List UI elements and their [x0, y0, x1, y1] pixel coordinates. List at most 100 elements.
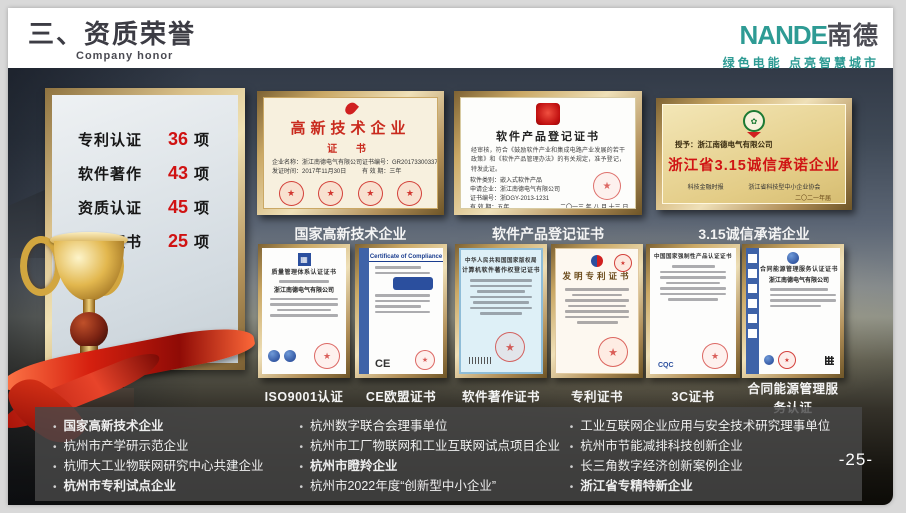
grant-line: 授予：浙江南德电气有限公司 — [663, 139, 845, 150]
red-seal-icon: ★ — [358, 181, 383, 206]
certificate-frame: 中华人民共和国国家版权局 计算机软件著作权登记证书 ★ — [455, 244, 547, 378]
certificate-title: 软件产品登记证书 — [461, 128, 635, 144]
certificate-text: 经审核，符合《鼓励软件产业和集成电路产业发展的若干政策》和《软件产品管理办法》的… — [461, 144, 635, 175]
certificate-body: ▦ 质量管理体系认证证书 浙江南德电气有限公司 ★ — [262, 248, 346, 374]
certificate-footer: 科技金融时报 浙江省科技型中小企业协会 — [663, 184, 845, 193]
certificate-title: 浙江省3.15诚信承诺企业 — [663, 154, 845, 175]
honors-column-2: 杭州数字联合会理事单位 杭州市工厂物联网和工业互联网试点项目企业 杭州市瞪羚企业… — [297, 417, 567, 493]
field-date: 二〇一三 年 八 月 十三 日 — [560, 204, 628, 209]
iaf-logo-icon — [268, 350, 280, 362]
certificate-title: 高新技术企业 — [264, 117, 437, 138]
honor-item: 杭州市2022年度“创新型中小企业” — [297, 477, 567, 497]
ribbon-icon — [747, 132, 761, 138]
red-seal-icon: ★ — [495, 332, 525, 362]
field-company: 企业名称：浙江南德电气有限公司 — [272, 159, 362, 168]
stat-row-patents: 专利认证 36 项 — [78, 129, 238, 150]
slide: 三、资质荣誉 Company honor NANDE南德 绿色电能 点亮智慧城市… — [8, 8, 893, 505]
stat-unit: 项 — [194, 129, 209, 150]
field-date: 发证时间：2017年11月30日 — [272, 168, 362, 177]
stat-value: 25 — [152, 231, 188, 252]
stat-row-software: 软件著作 43 项 — [78, 163, 238, 184]
footer-right: 浙江省科技型中小企业协会 — [748, 184, 820, 193]
logo-tagline: 绿色电能 点亮智慧城市 — [723, 54, 879, 71]
company-logo: NANDE南德 绿色电能 点亮智慧城市 — [723, 16, 879, 71]
certificate-caption: 国家高新技术企业 — [257, 224, 444, 244]
honor-item: 杭州市产学研示范企业 — [51, 437, 297, 457]
barcode — [469, 357, 491, 364]
stat-label: 软件著作 — [78, 163, 152, 184]
blue-sidebar — [359, 248, 369, 374]
qr-code — [825, 356, 834, 365]
stat-value: 45 — [152, 197, 188, 218]
honors-column-3: 工业互联网企业应用与安全技术研究理事单位 杭州市节能减排科技创新企业 长三角数字… — [568, 417, 846, 493]
stat-unit: 项 — [194, 197, 209, 218]
logo-row: ★ — [268, 343, 340, 369]
certificate-frame: 软件产品登记证书 经审核，符合《鼓励软件产业和集成电路产业发展的若干政策》和《软… — [454, 91, 642, 215]
honor-item: 长三角数字经济创新案例企业 — [568, 457, 846, 477]
field-company: 申请企业：浙江南德电气有限公司 — [470, 186, 560, 195]
red-seal-icon: ★ — [702, 343, 728, 369]
certificate-software-product: 软件产品登记证书 经审核，符合《鼓励软件产业和集成电路产业发展的若干政策》和《软… — [454, 91, 642, 244]
red-seal-icon: ★ — [778, 351, 796, 369]
honor-item: 杭师大工业物联网研究中心共建企业 — [51, 457, 297, 477]
red-seal-icon: ★ — [397, 181, 422, 206]
blue-box — [393, 277, 433, 290]
certificate-caption: 软件著作证书 — [455, 386, 547, 405]
certificate-315-integrity: ✿ 授予：浙江南德电气有限公司 浙江省3.15诚信承诺企业 科技金融时报 浙江省… — [656, 91, 852, 244]
stats-panel-inner: 专利认证 36 项 软件著作 43 项 资质认证 45 项 荣誉证书 25 项 — [52, 95, 238, 363]
certificate-caption: 专利证书 — [551, 386, 643, 405]
certificate-frame: ✿ 授予：浙江南德电气有限公司 浙江省3.15诚信承诺企业 科技金融时报 浙江省… — [656, 98, 852, 210]
certificate-iso9001: ▦ 质量管理体系认证证书 浙江南德电气有限公司 ★ ISO9001认证 — [258, 244, 350, 405]
certificate-frame: 中国国家强制性产品认证证书 CQC ★ — [646, 244, 740, 378]
seal-row: ★ ★ ★ ★ — [264, 181, 437, 206]
certificate-hightech: 高新技术企业 证 书 企业名称：浙江南德电气有限公司 发证时间：2017年11月… — [257, 91, 444, 244]
certificate-frame: ▦ 质量管理体系认证证书 浙江南德电气有限公司 ★ — [258, 244, 350, 378]
certificate-caption: ISO9001认证 — [258, 386, 350, 405]
logo-row: ★ — [764, 351, 834, 369]
honor-item: 杭州市工厂物联网和工业互联网试点项目企业 — [297, 437, 567, 457]
red-seal-icon: ★ — [279, 181, 304, 206]
logo-latin-text: NANDE — [740, 20, 827, 50]
blue-sidebar — [746, 248, 759, 374]
certificate-fields: 企业名称：浙江南德电气有限公司 发证时间：2017年11月30日 证书编号：GR… — [264, 155, 437, 177]
stats-panel: 专利认证 36 项 软件著作 43 项 资质认证 45 项 荣誉证书 25 项 — [45, 88, 245, 370]
red-seal-icon: ★ — [598, 337, 628, 367]
certificate-frame: Certificate of Compliance CE ★ — [355, 244, 447, 378]
field-category: 软件类别：嵌入式软件产品 — [470, 177, 560, 186]
red-seal-icon: ★ — [415, 350, 435, 370]
stat-unit: 项 — [194, 163, 209, 184]
page-number: -25- — [839, 450, 873, 470]
certificate-caption: 软件产品登记证书 — [454, 224, 642, 244]
honor-item: 杭州市瞪羚企业 — [297, 457, 567, 477]
honor-item: 国家高新技术企业 — [51, 417, 297, 437]
stat-value: 36 — [152, 129, 188, 150]
logo-cjk-text: 南德 — [827, 22, 879, 50]
certificate-title: 计算机软件著作权登记证书 — [461, 265, 541, 274]
certification-logo-icon — [787, 252, 799, 264]
patent-office-logo-icon — [591, 255, 603, 267]
stat-row-qualifications: 资质认证 45 项 — [78, 197, 238, 218]
certificate-body: ✿ 授予：浙江南德电气有限公司 浙江省3.15诚信承诺企业 科技金融时报 浙江省… — [662, 104, 846, 204]
certificate-body: 中华人民共和国国家版权局 计算机软件著作权登记证书 ★ — [459, 248, 543, 374]
certificate-body: 中国国家强制性产品认证证书 CQC ★ — [650, 248, 736, 374]
honor-item: 杭州市专利试点企业 — [51, 477, 297, 497]
stat-value: 43 — [152, 163, 188, 184]
certificate-frame: 合同能源管理服务认证证书 浙江南德电气有限公司 ★ — [742, 244, 844, 378]
certificate-body: ★ 发明专利证书 ★ — [555, 248, 639, 374]
certificate-body: 高新技术企业 证 书 企业名称：浙江南德电气有限公司 发证时间：2017年11月… — [263, 97, 438, 209]
field-number: 证书编号：浙DGY-2013-1231 — [470, 195, 560, 204]
flame-logo-icon — [342, 100, 358, 116]
certificate-3c: 中国国家强制性产品认证证书 CQC ★ 3C证书 — [646, 244, 740, 405]
field-number: 证书编号：GR201733003378 — [362, 159, 438, 168]
honor-item: 杭州市节能减排科技创新企业 — [568, 437, 846, 457]
stat-label: 资质认证 — [78, 197, 152, 218]
certificate-frame: 高新技术企业 证 书 企业名称：浙江南德电气有限公司 发证时间：2017年11月… — [257, 91, 444, 215]
certificate-title: 发明专利证书 — [556, 270, 638, 282]
national-emblem-icon — [536, 103, 560, 125]
certificate-title: 中国国家强制性产品认证证书 — [650, 252, 736, 260]
cqc-mark: CQC — [658, 362, 674, 369]
cnas-logo-icon — [284, 350, 296, 362]
stat-row-honors: 荣誉证书 25 项 — [78, 231, 238, 252]
footer-left: 科技金融时报 — [688, 184, 724, 193]
company-name: 浙江南德电气有限公司 — [262, 285, 346, 294]
